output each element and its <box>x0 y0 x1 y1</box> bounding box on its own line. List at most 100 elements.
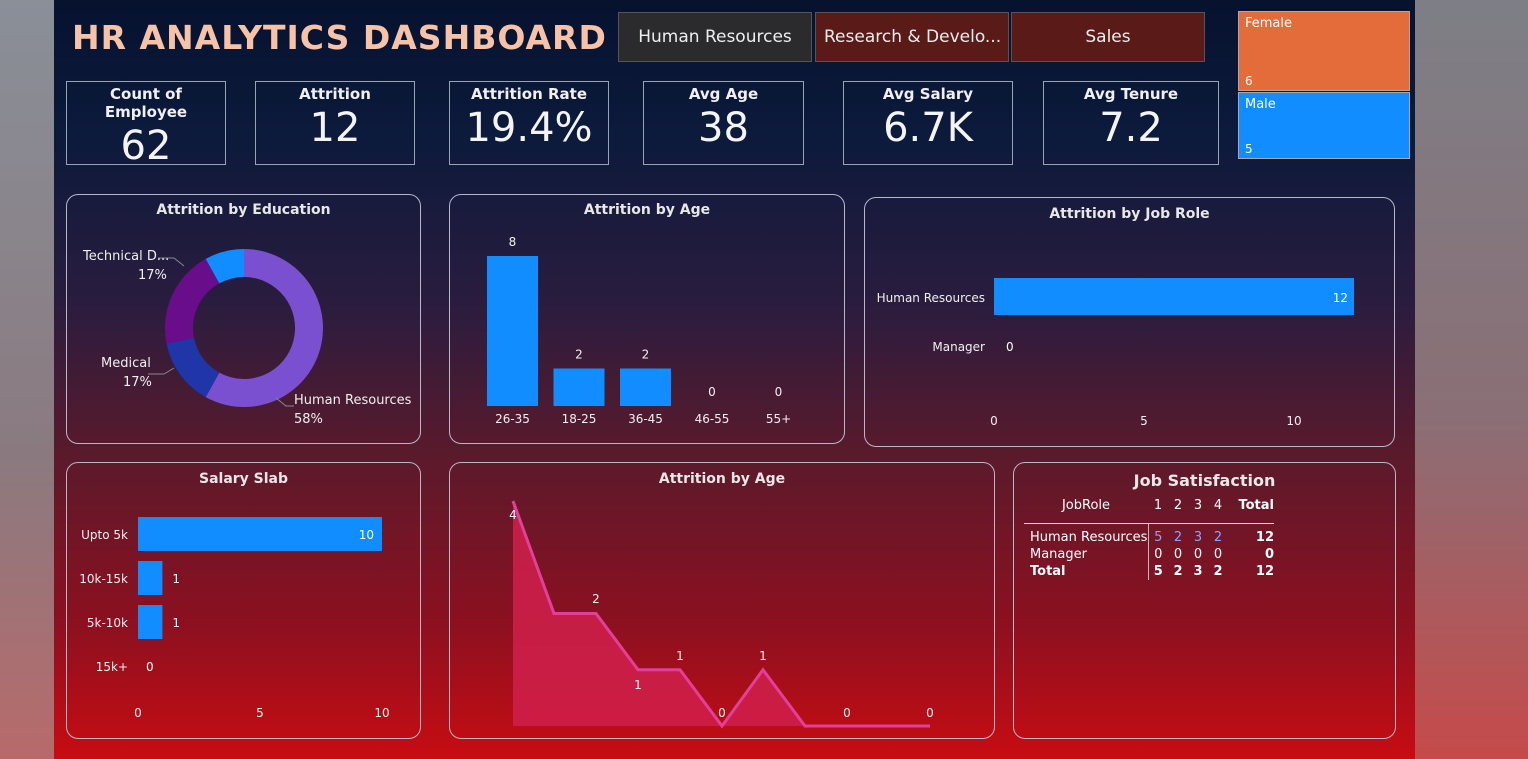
table-cell: 2 <box>1173 564 1183 579</box>
salary-bar[interactable] <box>138 605 163 639</box>
row-label: Human Resources <box>1030 530 1148 545</box>
bar-value-label: 12 <box>1333 291 1348 305</box>
table-row[interactable]: Manager 0 0 0 0 0 <box>1024 546 1274 563</box>
x-axis-tick: 36-45 <box>628 412 663 426</box>
x-axis-tick: 5 <box>1140 414 1148 428</box>
table-total-row[interactable]: Total 5 2 3 2 12 <box>1024 563 1274 580</box>
job-role-bar[interactable] <box>994 278 1354 315</box>
kpi-attrition: Attrition 12 <box>255 81 415 165</box>
y-axis-tick: Human Resources <box>877 291 985 305</box>
gender-male-tile[interactable]: Male 5 <box>1238 92 1410 159</box>
kpi-avg-age: Avg Age 38 <box>643 81 804 165</box>
age-bar-18-25[interactable] <box>553 368 605 407</box>
x-axis-tick: 5 <box>256 706 264 720</box>
slicer-research-development[interactable]: Research & Develo... <box>815 12 1009 62</box>
bar-value-label: 0 <box>775 385 783 399</box>
job-role-panel: Attrition by Job Role Human Resources 12 M… <box>864 197 1395 447</box>
donut-pct-technical: 17% <box>138 268 167 283</box>
area-data-label: 0 <box>926 706 934 720</box>
table-cell: 0 <box>1173 547 1183 562</box>
x-axis-tick: 46-55 <box>695 412 730 426</box>
job-role-bar-chart: Human Resources 12 Manager 0 0 5 10 <box>877 278 1354 428</box>
kpi-label: Avg Age <box>688 85 759 103</box>
job-satisfaction-panel: Job Satisfaction JobRole 1 2 3 4 Total H… <box>1013 462 1396 739</box>
area-data-label: 1 <box>634 678 642 692</box>
kpi-value: 19.4% <box>465 105 593 151</box>
y-axis-tick: Manager <box>932 340 985 354</box>
table-cell: 2 <box>1213 564 1223 579</box>
slicer-label: Human Resources <box>638 27 792 47</box>
table-cell: 0 <box>1147 546 1168 563</box>
gender-label: Male <box>1245 97 1276 112</box>
kpi-label: Attrition Rate <box>470 85 588 103</box>
kpi-label: Count of Employee <box>104 85 188 121</box>
dashboard-title: HR ANALYTICS DASHBOARD <box>72 18 607 57</box>
kpi-label: Avg Tenure <box>1083 85 1179 103</box>
bar-value-label: 1 <box>172 572 180 586</box>
table-cell: 0 <box>1193 547 1203 562</box>
column-header: 2 <box>1168 497 1188 524</box>
column-header: 4 <box>1208 497 1228 524</box>
x-axis-tick: 10 <box>374 706 389 720</box>
x-axis-tick: 55+ <box>766 412 791 426</box>
dashboard-canvas: HR ANALYTICS DASHBOARD Human Resources R… <box>54 0 1415 759</box>
gender-label: Female <box>1245 16 1293 31</box>
table-header-row: JobRole 1 2 3 4 Total <box>1024 497 1274 524</box>
y-axis-tick: 15k+ <box>96 660 128 674</box>
education-donut-panel: Attrition by Education Technical D... 17… <box>66 194 421 444</box>
kpi-value: 62 <box>120 123 172 169</box>
kpi-value: 6.7K <box>883 105 973 151</box>
slicer-label: Sales <box>1085 27 1131 47</box>
table-cell: 2 <box>1213 530 1223 545</box>
kpi-attrition-rate: Attrition Rate 19.4% <box>449 81 609 165</box>
leader-line-medical <box>148 367 175 375</box>
table-cell: 3 <box>1193 564 1203 579</box>
bar-value-label: 0 <box>1006 340 1014 354</box>
salary-bar-chart: Upto 5k 10 10k-15k 1 5k-10k 1 15k+ 0 0 5 10 <box>79 517 390 720</box>
salary-bar[interactable] <box>138 561 163 595</box>
column-header: 3 <box>1188 497 1208 524</box>
table-cell: 5 <box>1147 523 1168 546</box>
y-axis-tick: Upto 5k <box>81 528 128 542</box>
area-data-label: 1 <box>759 649 767 663</box>
age-bar-36-45[interactable] <box>620 368 671 407</box>
gender-count: 5 <box>1245 142 1253 156</box>
salary-bar[interactable] <box>138 517 382 551</box>
table-cell: 0 <box>1264 547 1274 562</box>
y-axis-tick: 10k-15k <box>79 572 128 586</box>
age-area-panel: Attrition by Age 42110100 <box>449 462 995 739</box>
bar-value-label: 0 <box>146 660 154 674</box>
slicer-human-resources[interactable]: Human Resources <box>618 12 812 62</box>
table-cell: 2 <box>1173 530 1183 545</box>
bar-value-label: 8 <box>509 235 517 249</box>
donut-label-medical: Medical <box>101 356 151 371</box>
right-background-edge <box>1415 0 1528 759</box>
column-header: JobRole <box>1024 497 1148 524</box>
kpi-avg-salary: Avg Salary 6.7K <box>843 81 1013 165</box>
gender-female-tile[interactable]: Female 6 <box>1238 11 1410 91</box>
bar-value-label: 1 <box>172 616 180 630</box>
donut-slice-technical[interactable] <box>164 258 220 344</box>
donut-label-technical: Technical D... <box>83 249 170 264</box>
age-column-panel: Attrition by Age 8 26-35 2 18-25 2 36-45 0 46-5… <box>449 194 845 444</box>
area-data-label: 0 <box>718 706 726 720</box>
bar-value-label: 0 <box>708 385 716 399</box>
kpi-value: 38 <box>698 105 749 151</box>
x-axis-tick: 18-25 <box>562 412 597 426</box>
x-axis-tick: 0 <box>990 414 998 428</box>
row-label: Manager <box>1030 547 1087 562</box>
age-area-chart: 4 2 1 1 0 1 0 0 <box>509 500 934 729</box>
slicer-sales[interactable]: Sales <box>1011 12 1205 62</box>
area-data-label: 2 <box>592 592 600 606</box>
y-axis-tick: 5k-10k <box>87 616 128 630</box>
bar-value-label: 10 <box>359 528 374 542</box>
column-header: Total <box>1228 497 1274 524</box>
slicer-label: Research & Develo... <box>824 27 1002 47</box>
row-label: Total <box>1030 564 1066 579</box>
kpi-avg-tenure: Avg Tenure 7.2 <box>1043 81 1219 165</box>
x-axis-tick: 26-35 <box>495 412 530 426</box>
table-row[interactable]: Human Resources 5 2 3 2 12 <box>1024 523 1274 546</box>
age-bar-26-35[interactable] <box>487 256 538 406</box>
salary-slab-panel: Salary Slab Upto 5k 10 10k-15k 1 5k-10k 1 15k+… <box>66 462 421 739</box>
donut-pct-medical: 17% <box>123 375 152 390</box>
